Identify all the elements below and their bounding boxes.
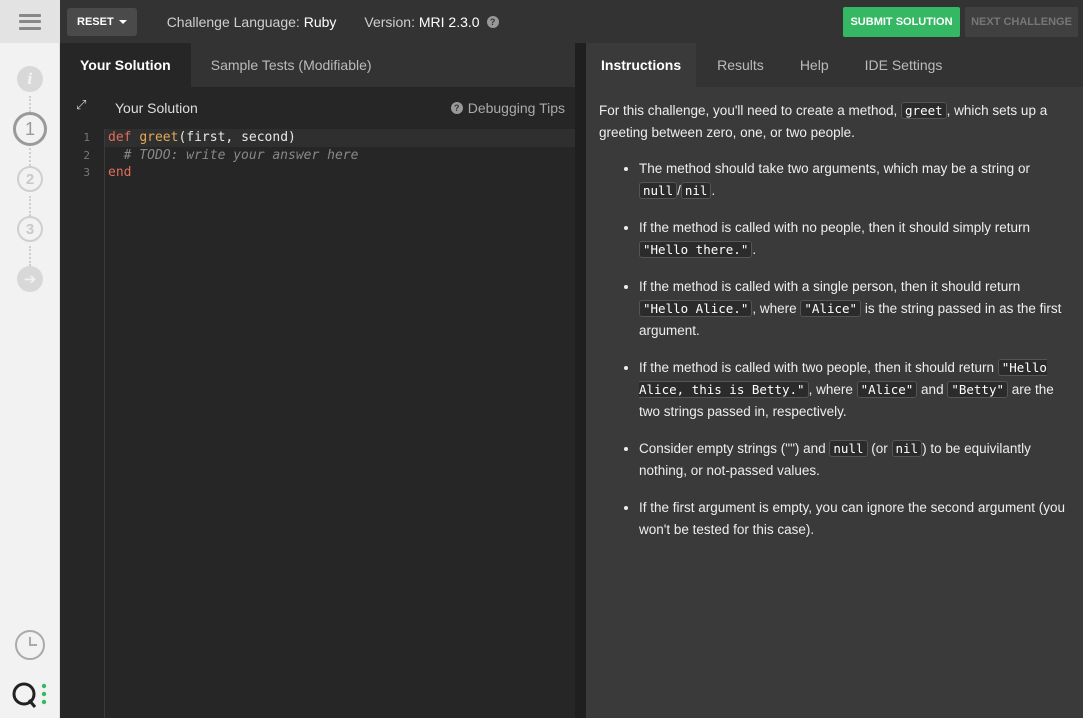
step-connector [29,246,31,266]
step-connector [29,148,31,166]
expand-icon[interactable]: ⤢ [76,97,90,112]
inline-code: null [829,440,868,457]
tab-your-solution[interactable]: Your Solution [60,43,191,87]
panel-divider[interactable] [575,43,586,718]
line-number: 3 [83,166,90,179]
menu-button[interactable] [0,0,60,43]
tab-results[interactable]: Results [702,43,779,87]
logo-icon [12,682,47,708]
info-tabs: Instructions Results Help IDE Settings [586,43,1083,87]
caret-down-icon [118,19,127,24]
code-editor: ⤢ Your Solution ? Debugging Tips 1 2 3 d… [60,87,575,718]
inline-code: "Alice" [800,300,862,317]
code-line[interactable]: def greet(first, second) [105,129,575,147]
reset-label: RESET [77,15,114,28]
top-bar: RESET Challenge Language: Ruby Version: … [60,0,1083,43]
inline-code: nil [680,182,712,199]
debugging-tips-label: Debugging Tips [467,100,565,116]
next-challenge-button[interactable]: NEXT CHALLENGE [965,7,1078,37]
version-label: Version: [364,13,415,30]
list-item: If the method is called with two people,… [639,357,1070,423]
step-3[interactable]: 3 [17,216,43,242]
list-item: If the first argument is empty, you can … [639,497,1070,541]
tab-sample-tests[interactable]: Sample Tests (Modifiable) [191,43,392,87]
editor-tabs: Your Solution Sample Tests (Modifiable) [60,43,575,87]
inline-code: "Hello Alice." [639,300,753,317]
debugging-tips-link[interactable]: ? Debugging Tips [450,100,565,116]
instructions-intro: For this challenge, you'll need to creat… [599,102,1048,140]
tab-instructions[interactable]: Instructions [586,43,697,87]
inline-code: "Betty" [947,381,1009,398]
inline-code: "Hello there." [639,241,753,258]
inline-code: greet [901,102,947,119]
left-rail: i 1 2 3 ➔ [0,0,60,718]
list-item: The method should take two arguments, wh… [639,158,1070,202]
version-info: Version: MRI 2.3.0 ? [364,13,499,30]
language-label: Challenge Language: [166,13,300,30]
help-icon[interactable]: ? [486,15,499,28]
hamburger-icon [19,13,41,30]
step-1[interactable]: 1 [13,112,47,146]
tab-help[interactable]: Help [785,43,844,87]
version-value: MRI 2.3.0 [418,13,480,30]
step-connector [29,96,31,112]
info-step-icon[interactable]: i [17,66,43,92]
code-area[interactable]: def greet(first, second) # TODO: write y… [105,129,575,718]
step-connector [29,196,31,216]
inline-code: nil [891,440,923,457]
inline-code: "Alice" [856,381,918,398]
clock-icon[interactable] [15,630,45,660]
editor-header: ⤢ Your Solution ? Debugging Tips [60,87,575,129]
language-value: Ruby [303,13,337,30]
keyword: def [108,130,132,145]
arrow-right-icon[interactable]: ➔ [17,266,43,292]
line-number: 2 [83,148,90,162]
challenge-language: Challenge Language: Ruby [167,14,337,30]
line-number: 1 [83,131,90,144]
editor-title: Your Solution [115,100,198,116]
code-comment: # TODO: write your answer here [108,147,359,163]
code-line[interactable]: # TODO: write your answer here [105,147,575,165]
inline-code: null [639,182,678,199]
tab-ide-settings[interactable]: IDE Settings [850,43,958,87]
reset-button[interactable]: RESET [67,7,137,36]
list-item: If the method is called with a single pe… [639,276,1070,342]
list-item: If the method is called with no people, … [639,217,1070,261]
code-line[interactable]: end [105,164,575,182]
requirements-list: The method should take two arguments, wh… [639,158,1070,541]
step-2[interactable]: 2 [17,166,43,192]
list-item: Consider empty strings ("") and null (or… [639,438,1070,482]
instructions-panel: For this challenge, you'll need to creat… [586,87,1083,718]
help-icon: ? [450,102,463,114]
submit-solution-button[interactable]: SUBMIT SOLUTION [843,7,960,37]
function-name: greet [139,130,179,145]
code-text: (first, second) [178,130,296,145]
line-number-gutter: 1 2 3 [60,129,105,718]
keyword: end [108,165,132,180]
